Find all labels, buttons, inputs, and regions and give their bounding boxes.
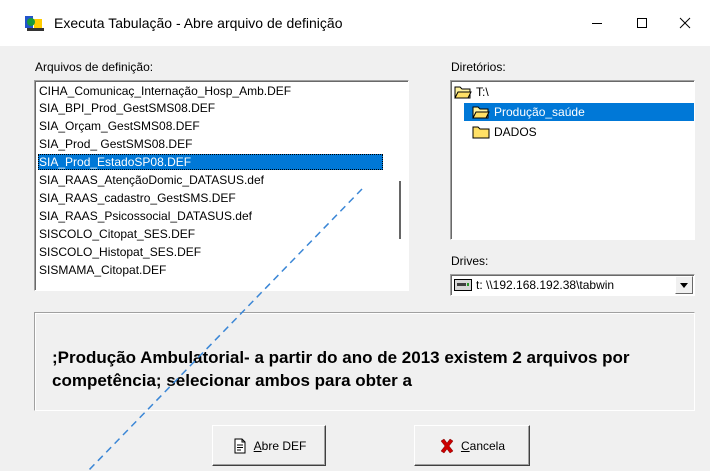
drives-dropdown-button[interactable] [675,276,693,294]
title-bar[interactable]: Executa Tabulação - Abre arquivo de defi… [0,0,710,46]
cancel-label-rest: ancela [469,438,506,453]
minimize-button[interactable] [574,0,620,46]
folder-open-icon [472,106,490,119]
open-def-label: Abre DEF [254,439,307,453]
files-label: Arquivos de definição: [35,60,154,74]
app-icon [25,16,44,31]
window-title: Executa Tabulação - Abre arquivo de defi… [54,15,343,31]
list-item[interactable]: SISCOLO_Histopat_SES.DEF [38,244,383,260]
network-drive-icon [454,279,472,291]
red-x-icon [440,438,454,453]
list-item-selected[interactable]: SIA_Prod_EstadoSP08.DEF [38,154,383,170]
list-item[interactable]: SIA_Prod_ GestSMS08.DEF [38,136,383,152]
list-item[interactable]: CIHA_Comunicaç_Internação_Hosp_Amb.DEF [38,83,383,99]
directory-label: Produção_saúde [494,105,585,119]
directory-item-dados[interactable]: DADOS [472,123,592,141]
drives-label: Drives: [451,254,489,268]
folder-open-icon [454,86,472,99]
description-panel: ;Produção Ambulatorial- a partir do ano … [34,312,695,411]
list-item[interactable]: SIA_RAAS_AtençãoDomic_DATASUS.def [38,172,383,188]
list-item[interactable]: SIA_Orçam_GestSMS08.DEF [38,118,383,134]
maximize-button[interactable] [619,0,665,46]
files-scrollbar-thumb[interactable] [399,181,401,239]
list-item[interactable]: SISMAMA_Citopat.DEF [38,262,383,278]
dialog-window: Executa Tabulação - Abre arquivo de defi… [0,0,710,471]
folder-icon [472,126,490,139]
cancel-label: Cancela [461,439,505,453]
drives-value: t: \\192.168.192.38\tabwin [476,278,615,292]
drives-select[interactable]: t: \\192.168.192.38\tabwin [450,274,695,296]
list-item[interactable]: SIA_BPI_Prod_GestSMS08.DEF [38,100,383,116]
directory-item-selected[interactable]: Produção_saúde [464,103,694,121]
open-def-label-rest: bre DEF [261,438,307,453]
document-open-icon [234,438,246,453]
minimize-icon [592,23,602,24]
directory-item-root[interactable]: T:\ [454,83,524,101]
description-text: ;Produção Ambulatorial- a partir do ano … [52,348,630,390]
cancel-mnemonic: C [460,438,470,453]
maximize-icon [637,18,647,28]
close-icon [679,17,691,29]
list-item[interactable]: SIA_RAAS_cadastro_GestSMS.DEF [38,190,383,206]
close-button[interactable] [662,0,708,46]
directories-label: Diretórios: [451,60,506,74]
open-def-button[interactable]: Abre DEF [212,425,326,466]
list-item[interactable]: SISCOLO_Citopat_SES.DEF [38,226,383,242]
directory-label: T:\ [476,85,489,99]
files-listbox[interactable]: CIHA_Comunicaç_Internação_Hosp_Amb.DEF S… [34,80,409,291]
chevron-down-icon [680,282,688,288]
directories-listbox[interactable]: T:\ Produção_saúde DADOS [450,80,695,240]
open-def-mnemonic: A [253,438,262,453]
directory-label: DADOS [494,125,537,139]
list-item[interactable]: SIA_RAAS_Psicossocial_DATASUS.def [38,208,383,224]
cancel-button[interactable]: Cancela [414,425,530,466]
